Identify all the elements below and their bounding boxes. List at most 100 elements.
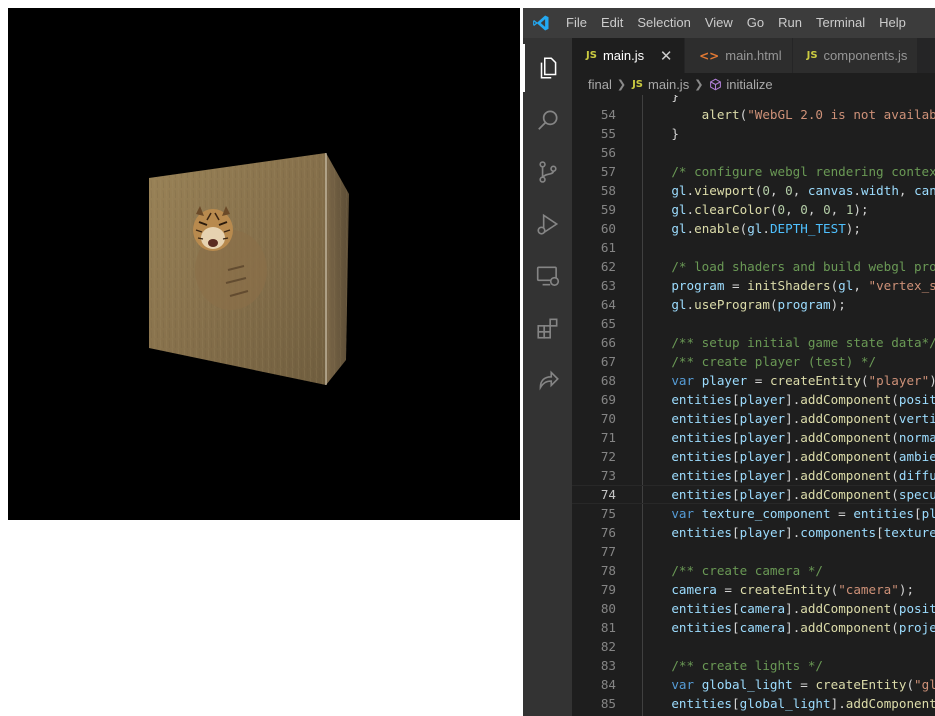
- menu-run[interactable]: Run: [771, 8, 809, 38]
- line-number: 63: [600, 278, 616, 293]
- code-token: addComponent: [800, 411, 892, 426]
- js-file-icon: JS: [586, 50, 597, 61]
- tab-label: main.html: [725, 48, 782, 63]
- menu-file[interactable]: File: [559, 8, 594, 38]
- code-line[interactable]: 69 entities[player].addComponent(positio…: [572, 390, 935, 409]
- code-token: player: [739, 392, 786, 407]
- code-token: clearColor: [694, 202, 770, 217]
- search-icon[interactable]: [523, 96, 572, 144]
- code-line[interactable]: 82: [572, 637, 935, 656]
- remote-explorer-icon[interactable]: [523, 252, 572, 300]
- code-line[interactable]: 70 entities[player].addComponent(vertice…: [572, 409, 935, 428]
- code-line[interactable]: 62 /* load shaders and build webgl progr…: [572, 257, 935, 276]
- code-text: entities[player].addComponent(diffuse: [641, 466, 935, 485]
- code-line[interactable]: 73 entities[player].addComponent(diffuse: [572, 466, 935, 485]
- code-token: entities: [671, 620, 733, 635]
- code-line[interactable]: 85 entities[global_light].addComponent(: [572, 694, 935, 713]
- code-token: canvas: [914, 183, 935, 198]
- code-line[interactable]: 60 gl.enable(gl.DEPTH_TEST);: [572, 219, 935, 238]
- code-line[interactable]: 72 entities[player].addComponent(ambient: [572, 447, 935, 466]
- code-line[interactable]: 78 /** create camera */: [572, 561, 935, 580]
- line-number: 67: [600, 354, 616, 369]
- code-line[interactable]: 61: [572, 238, 935, 257]
- code-token: entities: [671, 525, 733, 540]
- code-line[interactable]: 74 entities[player].addComponent(specula…: [572, 485, 935, 504]
- code-token: (: [891, 430, 899, 445]
- code-token: position: [898, 392, 935, 407]
- code-text: entities[camera].addComponent(projection: [641, 618, 935, 637]
- code-line[interactable]: 75 var texture_component = entities[play…: [572, 504, 935, 523]
- run-debug-icon[interactable]: [523, 200, 572, 248]
- code-token: addComponent: [800, 449, 892, 464]
- code-line[interactable]: 71 entities[player].addComponent(normals: [572, 428, 935, 447]
- code-line[interactable]: 68 var player = createEntity("player");: [572, 371, 935, 390]
- code-line[interactable]: 65: [572, 314, 935, 333]
- code-line[interactable]: }: [572, 95, 935, 105]
- line-number: 79: [600, 582, 616, 597]
- code-token: vertices: [898, 411, 935, 426]
- menu-go[interactable]: Go: [740, 8, 771, 38]
- code-line[interactable]: 66 /** setup initial game state data*/: [572, 333, 935, 352]
- code-token: viewport: [694, 183, 755, 198]
- code-line[interactable]: 59 gl.clearColor(0, 0, 0, 1);: [572, 200, 935, 219]
- close-icon[interactable]: ✕: [658, 47, 674, 65]
- code-line[interactable]: 56: [572, 143, 935, 162]
- code-token: createEntity: [739, 582, 831, 597]
- code-text: gl.useProgram(program);: [641, 295, 845, 314]
- code-line[interactable]: 81 entities[camera].addComponent(project…: [572, 618, 935, 637]
- code-line[interactable]: 67 /** create player (test) */: [572, 352, 935, 371]
- tab-components-js[interactable]: JS components.js: [792, 38, 919, 73]
- code-line[interactable]: 57 /* configure webgl rendering context …: [572, 162, 935, 181]
- explorer-icon[interactable]: [523, 44, 572, 92]
- code-text: entities[player].addComponent(ambient: [641, 447, 935, 466]
- menu-selection[interactable]: Selection: [630, 8, 697, 38]
- breadcrumb-symbol[interactable]: initialize: [726, 77, 772, 92]
- code-line[interactable]: 79 camera = createEntity("camera");: [572, 580, 935, 599]
- code-text: /** create lights */: [641, 656, 823, 675]
- code-token: gl: [671, 297, 687, 312]
- source-control-icon[interactable]: [523, 148, 572, 196]
- code-line[interactable]: 77: [572, 542, 935, 561]
- menu-edit[interactable]: Edit: [594, 8, 630, 38]
- webgl-canvas[interactable]: [8, 8, 520, 520]
- live-share-icon[interactable]: [523, 356, 572, 404]
- menu-terminal[interactable]: Terminal: [809, 8, 872, 38]
- code-token: [: [732, 430, 740, 445]
- code-line[interactable]: 58 gl.viewport(0, 0, canvas.width, canva…: [572, 181, 935, 200]
- code-line[interactable]: 63 program = initShaders(gl, "vertex_sha…: [572, 276, 935, 295]
- code-token: /** create player (test) */: [671, 354, 877, 369]
- code-token: addComponent: [800, 601, 892, 616]
- code-text: entities[player].addComponent(vertices: [641, 409, 935, 428]
- code-token: gl: [671, 202, 687, 217]
- code-text: gl.viewport(0, 0, canvas.width, canvas: [641, 181, 935, 200]
- menu-view[interactable]: View: [698, 8, 740, 38]
- code-token: (: [769, 202, 778, 217]
- breadcrumb-file[interactable]: main.js: [648, 77, 689, 92]
- extensions-icon[interactable]: [523, 304, 572, 352]
- code-token: );: [898, 582, 915, 597]
- code-token: );: [929, 373, 935, 388]
- line-number: 54: [600, 107, 616, 122]
- menu-help[interactable]: Help: [872, 8, 913, 38]
- code-token: player: [739, 411, 786, 426]
- code-line[interactable]: 80 entities[camera].addComponent(positio…: [572, 599, 935, 618]
- code-token: program: [671, 278, 725, 293]
- code-line[interactable]: 83 /** create lights */: [572, 656, 935, 675]
- code-line[interactable]: 55 }: [572, 124, 935, 143]
- code-line[interactable]: 76 entities[player].components[texture: [572, 523, 935, 542]
- code-line[interactable]: 84 var global_light = createEntity("glob…: [572, 675, 935, 694]
- code-token: (: [906, 677, 915, 692]
- tab-main-html[interactable]: <> main.html: [685, 38, 793, 73]
- code-line[interactable]: 54 alert("WebGL 2.0 is not available": [572, 105, 935, 124]
- code-token: addComponent: [800, 468, 892, 483]
- breadcrumb-folder[interactable]: final: [588, 77, 612, 92]
- code-editor[interactable]: } 54 alert("WebGL 2.0 is not available"5…: [572, 95, 935, 716]
- code-token: ].: [785, 487, 801, 502]
- code-line[interactable]: 64 gl.useProgram(program);: [572, 295, 935, 314]
- tab-main-js[interactable]: JS main.js ✕: [572, 38, 686, 73]
